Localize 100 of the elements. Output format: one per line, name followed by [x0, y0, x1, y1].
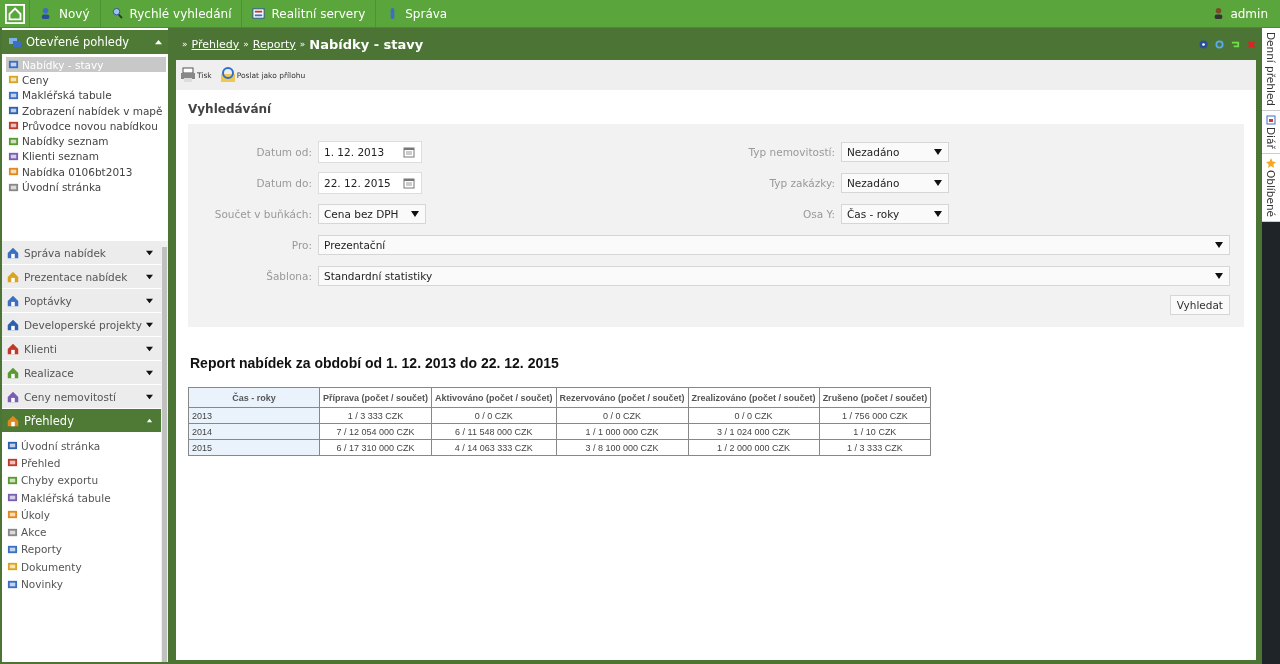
dropdown[interactable]: Nezadáno	[841, 172, 949, 193]
open-view-item[interactable]: Nabídky seznam	[6, 133, 166, 149]
table-cell: 1 / 2 000 000 CZK	[688, 439, 820, 456]
accordion-header[interactable]: Klienti	[2, 337, 161, 361]
caret-icon	[145, 321, 153, 328]
page-icon	[7, 561, 18, 573]
dropdown[interactable]: Prezentační	[318, 234, 1230, 255]
house-icon	[6, 269, 20, 284]
table-cell: 1 / 3 333 CZK	[319, 407, 432, 424]
column-header: Zrušeno (počet / součet)	[819, 387, 931, 408]
section-title: Otevřené pohledy	[26, 35, 130, 49]
column-header: Aktivováno (počet / součet)	[431, 387, 557, 408]
open-view-item[interactable]: Zobrazení nabídek v mapě	[6, 102, 166, 119]
field-label: Pro:	[290, 238, 312, 251]
search-icon	[110, 7, 124, 20]
dropdown[interactable]: Cena bez DPH	[318, 203, 426, 224]
accordion-header[interactable]: Ceny nemovitostí	[2, 385, 161, 409]
table-cell: 0 / 0 CZK	[431, 407, 557, 424]
table-cell: 1 / 10 CZK	[819, 423, 931, 440]
accordion-header[interactable]: Prezentace nabídek	[2, 265, 161, 289]
open-view-item[interactable]: Úvodní stránka	[6, 179, 166, 195]
calendar-icon[interactable]	[403, 145, 415, 158]
side-tab[interactable]: Oblíbené	[1262, 153, 1280, 222]
page-icon	[8, 166, 19, 178]
star-icon	[1266, 157, 1276, 168]
field-label: Typ zakázky:	[768, 176, 835, 189]
navigation-item[interactable]: Přehled	[7, 454, 161, 472]
house-icon	[6, 245, 20, 260]
dropdown[interactable]: Standardní statistiky	[318, 265, 1230, 286]
page-icon	[8, 120, 19, 132]
accordion-header[interactable]: Realizace	[2, 361, 161, 385]
breadcrumb-separator: »	[243, 39, 249, 49]
caret-icon	[145, 417, 153, 424]
table-cell: 7 / 12 054 000 CZK	[319, 423, 432, 440]
navigation-item[interactable]: Novinky	[7, 575, 161, 593]
section-heading: Vyhledávání	[188, 102, 273, 116]
breadcrumb-link[interactable]: Reporty	[252, 37, 296, 51]
dropdown[interactable]: Čas - roky	[841, 203, 949, 224]
caret-icon	[145, 345, 153, 352]
monitors-icon	[8, 35, 22, 49]
field-label: Datum do:	[255, 176, 312, 189]
accordion-header[interactable]: Přehledy	[2, 409, 161, 433]
caret-icon	[145, 249, 153, 256]
caret-icon	[145, 393, 153, 400]
navigation-item[interactable]: Chyby exportu	[7, 471, 161, 489]
side-tab[interactable]: Denní přehled	[1262, 28, 1280, 112]
page-icon	[8, 181, 19, 193]
open-view-item[interactable]: Ceny	[6, 72, 166, 88]
breadcrumb-link[interactable]: Přehledy	[191, 37, 240, 51]
table-cell: 1 / 1 000 000 CZK	[556, 423, 689, 440]
page-icon	[8, 150, 19, 162]
open-view-item[interactable]: Makléřská tabule	[6, 87, 166, 103]
navigation-item[interactable]: Úvodní stránka	[7, 437, 161, 455]
caret-icon	[145, 297, 153, 304]
refresh-icon[interactable]	[1215, 39, 1224, 49]
field-label: Datum od:	[255, 145, 312, 158]
printer-icon	[180, 67, 196, 83]
field-label: Šablona:	[265, 269, 312, 282]
field-label: Osa Y:	[801, 207, 835, 220]
accordion-header[interactable]: Správa nabídek	[2, 241, 161, 265]
date-field[interactable]: 22. 12. 2015	[318, 171, 422, 194]
navigation-item[interactable]: Dokumenty	[7, 558, 161, 576]
page-icon	[8, 135, 19, 147]
accordion-header[interactable]: Developerské projekty	[2, 313, 161, 337]
list-icon	[252, 7, 266, 20]
date-field[interactable]: 1. 12. 2013	[318, 140, 422, 163]
navigation-item[interactable]: Makléřská tabule	[7, 488, 161, 507]
field-label: Typ nemovitostí:	[747, 145, 835, 158]
page-icon	[7, 474, 18, 486]
navigation-item[interactable]: Reporty	[7, 540, 161, 559]
report-title: Report nabídek za období od 1. 12. 2013 do 22. 12. 2015	[190, 355, 560, 371]
scrollbar[interactable]	[160, 241, 168, 662]
calendar-icon[interactable]	[403, 176, 415, 189]
table-cell: 3 / 8 100 000 CZK	[556, 439, 689, 456]
open-view-item[interactable]: Průvodce novou nabídkou	[6, 118, 166, 134]
house-icon	[6, 413, 20, 428]
page-icon	[8, 89, 19, 101]
open-view-item[interactable]: Nabídka 0106bt2013	[6, 164, 166, 180]
house-logo-icon[interactable]	[5, 3, 25, 24]
page-icon	[7, 440, 18, 452]
navigation-item[interactable]: Úkoly	[7, 506, 161, 524]
caret-icon	[145, 369, 153, 376]
open-view-item[interactable]: Klienti seznam	[6, 148, 166, 165]
email-icon	[219, 67, 236, 83]
accordion-header[interactable]: Poptávky	[2, 289, 161, 313]
field-label: Součet v buňkách:	[213, 207, 312, 220]
side-tab[interactable]: Diář	[1262, 111, 1280, 154]
search-button[interactable]: Vyhledat	[1169, 295, 1230, 315]
page-icon	[7, 526, 18, 538]
caret-icon	[145, 273, 153, 280]
page-icon	[8, 59, 19, 71]
page-icon	[7, 578, 18, 590]
house-icon	[6, 317, 20, 332]
table-cell: 3 / 1 024 000 CZK	[688, 423, 820, 440]
dropdown[interactable]: Nezadáno	[841, 141, 949, 162]
table-cell: 6 / 11 548 000 CZK	[431, 423, 557, 440]
sidebar-section-header[interactable]: Otevřené pohledy	[2, 30, 168, 54]
help-icon[interactable]	[1199, 39, 1208, 49]
house-icon	[6, 341, 20, 356]
navigation-item[interactable]: Akce	[7, 523, 161, 541]
